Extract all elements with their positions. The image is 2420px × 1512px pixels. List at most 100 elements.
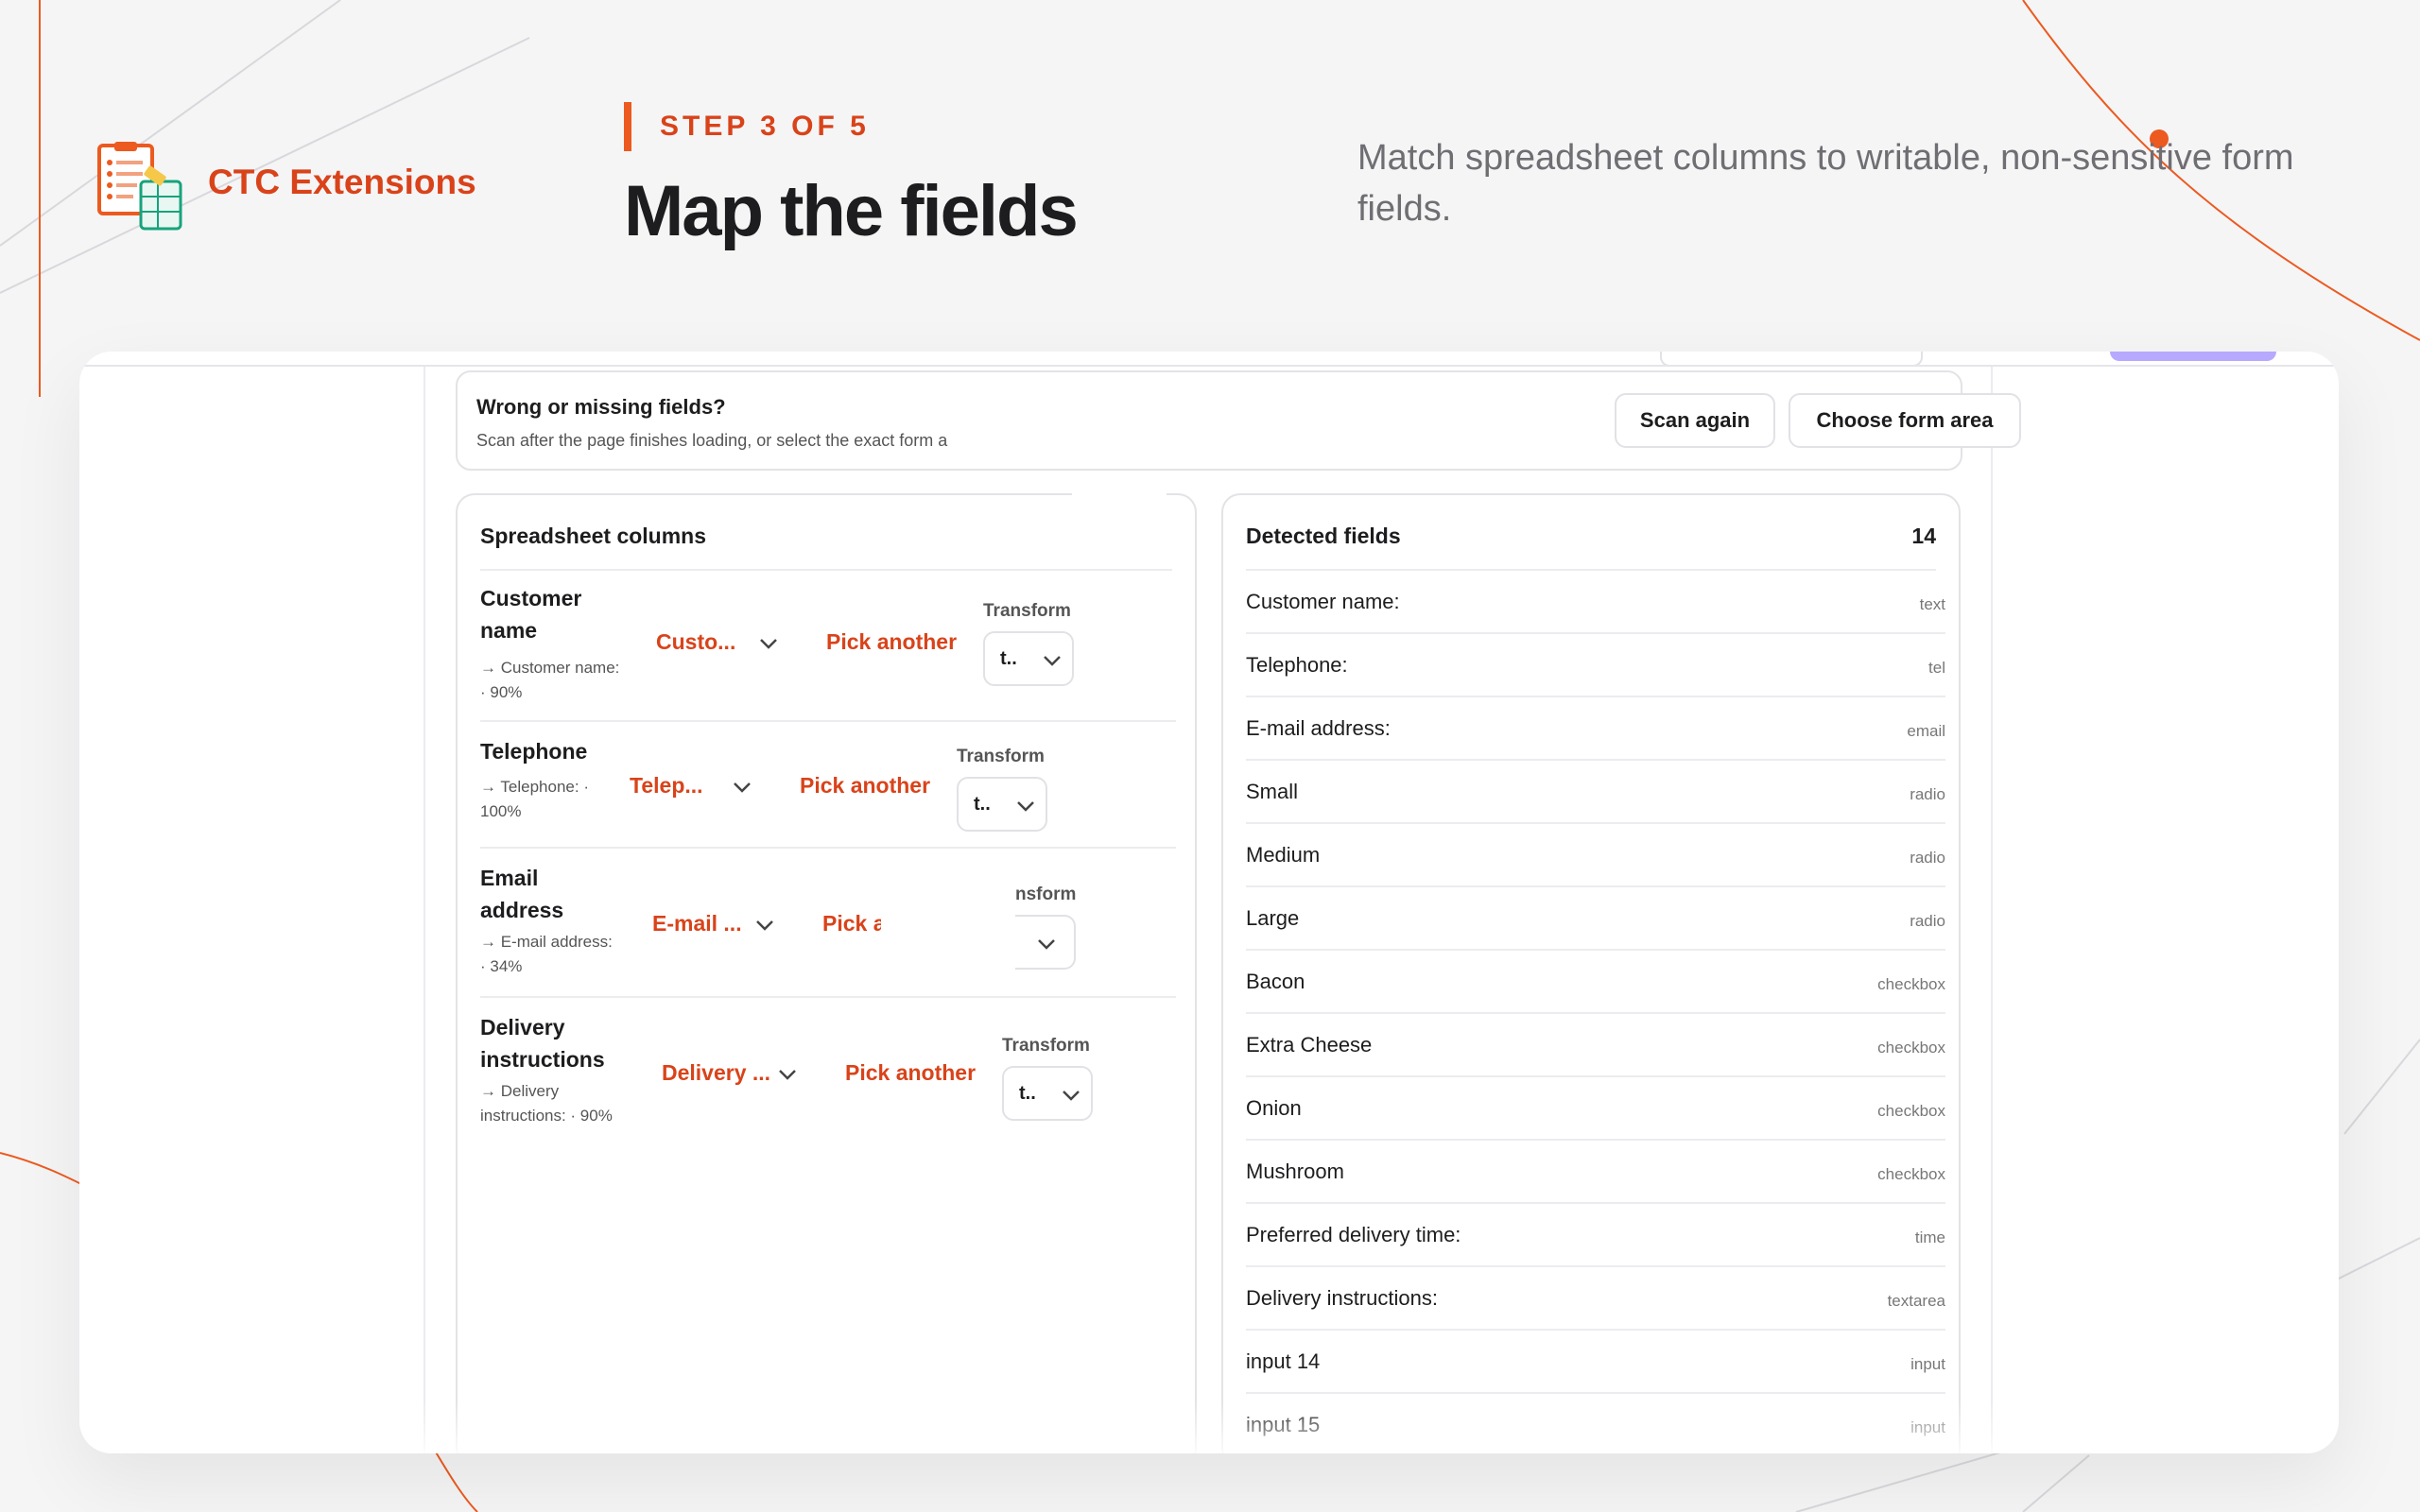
transform-select[interactable]: t..: [983, 631, 1074, 686]
app-window: Wrong or missing fields? Scan after the …: [79, 352, 2339, 1453]
spreadsheet-columns-panel: Spreadsheet columns Customer name → Cust…: [456, 476, 1197, 1453]
field-count: 14: [1911, 524, 1936, 548]
detected-field-row[interactable]: Onion checkbox: [1246, 1077, 1945, 1141]
mapped-field-select[interactable]: Custo...: [656, 629, 735, 655]
transform-select[interactable]: t..: [957, 777, 1047, 832]
column-row-telephone: Telephone → Telephone: · 100% Telep... P…: [480, 722, 1176, 849]
field-name: input 14: [1246, 1349, 1321, 1373]
mapped-field-select[interactable]: Delivery ...: [662, 1060, 770, 1086]
column-name: Telephone: [480, 739, 588, 764]
detected-field-row[interactable]: Extra Cheese checkbox: [1246, 1014, 1945, 1077]
detected-field-row[interactable]: Customer name: text: [1246, 571, 1945, 634]
chevron-down-icon[interactable]: [758, 637, 779, 650]
pick-another-button[interactable]: Pick a: [822, 911, 881, 936]
detected-field-row[interactable]: Large radio: [1246, 887, 1945, 951]
field-type: radio: [1910, 912, 1945, 930]
detected-field-row[interactable]: Small radio: [1246, 761, 1945, 824]
transform-label: Transform: [957, 747, 1045, 766]
detected-field-row[interactable]: input 14 input: [1246, 1331, 1945, 1394]
pick-another-button[interactable]: Pick another: [800, 773, 930, 799]
chevron-down-icon: [1044, 656, 1061, 666]
page-subtitle: Match spreadsheet columns to writable, n…: [1357, 138, 2294, 229]
top-divider: [79, 365, 2339, 367]
chevron-down-icon: [1063, 1091, 1080, 1101]
notice-title: Wrong or missing fields?: [476, 395, 726, 419]
detected-field-row[interactable]: Bacon checkbox: [1246, 951, 1945, 1014]
panel-title: Detected fields: [1246, 524, 1401, 548]
field-type: checkbox: [1877, 1039, 1945, 1057]
transform-label: Transform: [1002, 1036, 1090, 1056]
field-type: checkbox: [1877, 1102, 1945, 1120]
transform-label: nsform: [1015, 885, 1077, 904]
detected-field-row[interactable]: Telephone: tel: [1246, 634, 1945, 697]
column-name: Email address: [480, 866, 564, 922]
field-type: tel: [1928, 659, 1945, 677]
pick-another-button[interactable]: Pick another: [845, 1060, 976, 1086]
field-type: radio: [1910, 785, 1945, 803]
transform-value: t..: [974, 794, 991, 815]
detected-field-row[interactable]: Delivery instructions: textarea: [1246, 1267, 1945, 1331]
page-header: CTC Extensions STEP 3 OF 5 Map the field…: [0, 0, 2420, 340]
field-name: Large: [1246, 906, 1300, 930]
step-indicator: STEP 3 OF 5: [660, 111, 870, 142]
page-title: Map the fields: [624, 171, 1079, 251]
field-type: input: [1910, 1418, 1945, 1436]
chevron-down-icon[interactable]: [754, 919, 775, 932]
detected-field-row[interactable]: Medium radio: [1246, 824, 1945, 887]
chevron-down-icon[interactable]: [777, 1068, 798, 1081]
scan-again-button[interactable]: Scan again: [1615, 393, 1775, 448]
mapped-field-select[interactable]: E-mail ...: [652, 911, 742, 936]
field-type: input: [1910, 1355, 1945, 1373]
detected-field-row[interactable]: Mushroom checkbox: [1246, 1141, 1945, 1204]
field-name: Mushroom: [1246, 1160, 1344, 1183]
detected-field-row[interactable]: Preferred delivery time: time: [1246, 1204, 1945, 1267]
pick-another-button[interactable]: Pick another: [826, 629, 957, 655]
column-match-info: → Delivery instructions: · 90%: [480, 1082, 613, 1125]
choose-form-area-button[interactable]: Choose form area: [1789, 393, 2021, 448]
field-name: E-mail address:: [1246, 716, 1391, 740]
field-name: Small: [1246, 780, 1299, 803]
field-name: Extra Cheese: [1246, 1033, 1373, 1057]
field-type: email: [1907, 722, 1945, 740]
column-row-delivery-instructions: Delivery instructions → Delivery instruc…: [480, 998, 1176, 1149]
content-right-border: [1991, 367, 1993, 1453]
field-type: checkbox: [1877, 1165, 1945, 1183]
partial-top-tab[interactable]: [2110, 352, 2276, 361]
field-name: Customer name:: [1246, 590, 1400, 613]
field-name: Delivery instructions:: [1246, 1286, 1438, 1310]
notice-description: Scan after the page finishes loading, or…: [476, 431, 948, 450]
field-name: Telephone:: [1246, 653, 1348, 677]
transform-label: Transform: [983, 601, 1071, 621]
missing-fields-notice: Wrong or missing fields? Scan after the …: [456, 370, 2021, 471]
column-match-info: → Telephone: · 100%: [480, 778, 589, 820]
detected-fields-panel: Detected fields 14 Customer name: text Tel…: [1221, 493, 1961, 1453]
render-overlay: [1072, 476, 1167, 533]
column-name: Customer name: [480, 586, 582, 643]
column-match-info: → Customer name: · 90%: [480, 659, 620, 701]
transform-value: t..: [1000, 648, 1017, 669]
column-match-info: → E-mail address: · 34%: [480, 933, 613, 975]
spreadsheet-form-logo-icon: [97, 142, 182, 231]
transform-select[interactable]: t..: [1002, 1066, 1093, 1121]
bottom-fade: [79, 1400, 2339, 1453]
field-type: radio: [1910, 849, 1945, 867]
transform-select[interactable]: [1015, 915, 1076, 970]
divider: [480, 569, 1172, 571]
detected-field-row[interactable]: input 15 input: [1246, 1394, 1945, 1453]
field-type: textarea: [1887, 1292, 1945, 1310]
transform-value: t..: [1019, 1083, 1036, 1104]
field-name: Medium: [1246, 843, 1321, 867]
field-type: time: [1914, 1228, 1945, 1246]
column-row-customer-name: Customer name → Customer name: · 90% Cus…: [480, 582, 1176, 722]
field-name: input 15: [1246, 1413, 1321, 1436]
field-name: Bacon: [1246, 970, 1305, 993]
detected-field-row[interactable]: E-mail address: email: [1246, 697, 1945, 761]
step-accent-bar: [624, 102, 631, 151]
content-left-border: [424, 367, 425, 1453]
column-name: Delivery instructions: [480, 1015, 605, 1072]
chevron-down-icon[interactable]: [732, 781, 752, 794]
chevron-down-icon: [1038, 939, 1055, 950]
mapped-field-select[interactable]: Telep...: [630, 773, 703, 799]
field-type: checkbox: [1877, 975, 1945, 993]
field-name: Onion: [1246, 1096, 1302, 1120]
